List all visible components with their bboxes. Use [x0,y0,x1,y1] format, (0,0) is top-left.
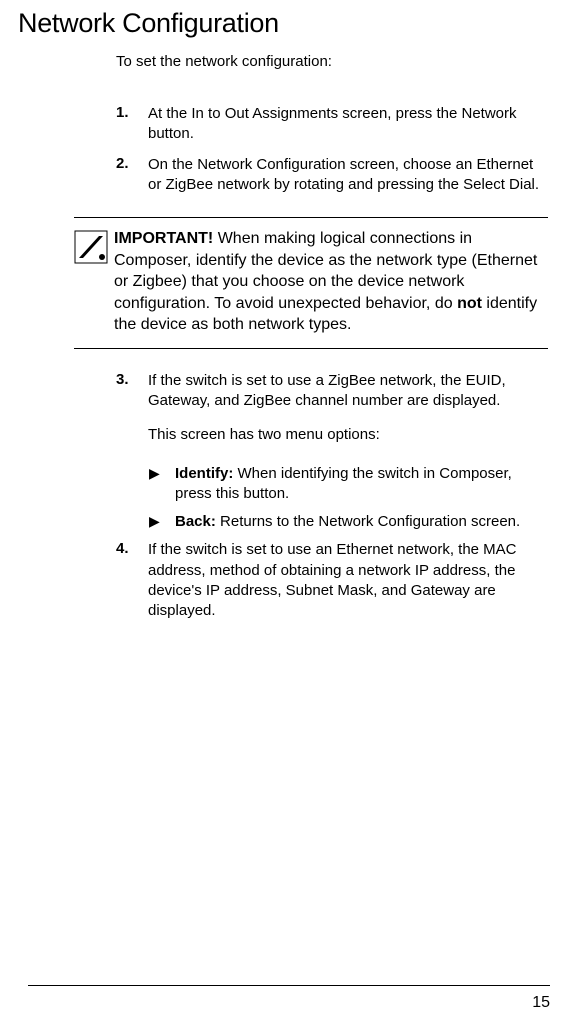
step-body-main: If the switch is set to use a ZigBee net… [148,371,548,412]
step-body: If the switch is set to use a ZigBee net… [148,371,548,454]
bullet-identify: ▶ Identify: When identifying the switch … [149,464,548,505]
step-4: 4. If the switch is set to use an Ethern… [116,540,548,621]
section-heading: Network Configuration [18,8,548,39]
bullet-label: Identify: [175,465,233,482]
bullet-body: Identify: When identifying the switch in… [175,464,548,505]
step-body: If the switch is set to use an Ethernet … [148,540,548,621]
important-label: IMPORTANT! [114,230,213,247]
step-body: On the Network Configuration screen, cho… [148,155,548,196]
step-body: At the In to Out Assignments screen, pre… [148,104,548,145]
exclamation-icon [74,228,114,336]
footer-divider [28,985,550,986]
triangle-bullet-icon: ▶ [149,512,175,532]
bullet-label: Back: [175,513,216,530]
triangle-bullet-icon: ▶ [149,464,175,505]
intro-text: To set the network configuration: [116,53,548,70]
step-3: 3. If the switch is set to use a ZigBee … [116,371,548,454]
step-number: 2. [116,155,148,196]
step-number: 1. [116,104,148,145]
step-2: 2. On the Network Configuration screen, … [116,155,548,196]
bullet-back: ▶ Back: Returns to the Network Configura… [149,512,548,532]
step-subtext: This screen has two menu options: [148,425,548,445]
step-number: 4. [116,540,148,621]
step-1: 1. At the In to Out Assignments screen, … [116,104,548,145]
important-callout: IMPORTANT! When making logical connectio… [74,217,548,349]
step-number: 3. [116,371,148,454]
important-text: IMPORTANT! When making logical connectio… [114,228,548,336]
bullet-rest: Returns to the Network Configuration scr… [216,513,520,530]
bullet-body: Back: Returns to the Network Configurati… [175,512,548,532]
important-not: not [457,295,482,312]
page-number: 15 [532,994,550,1012]
